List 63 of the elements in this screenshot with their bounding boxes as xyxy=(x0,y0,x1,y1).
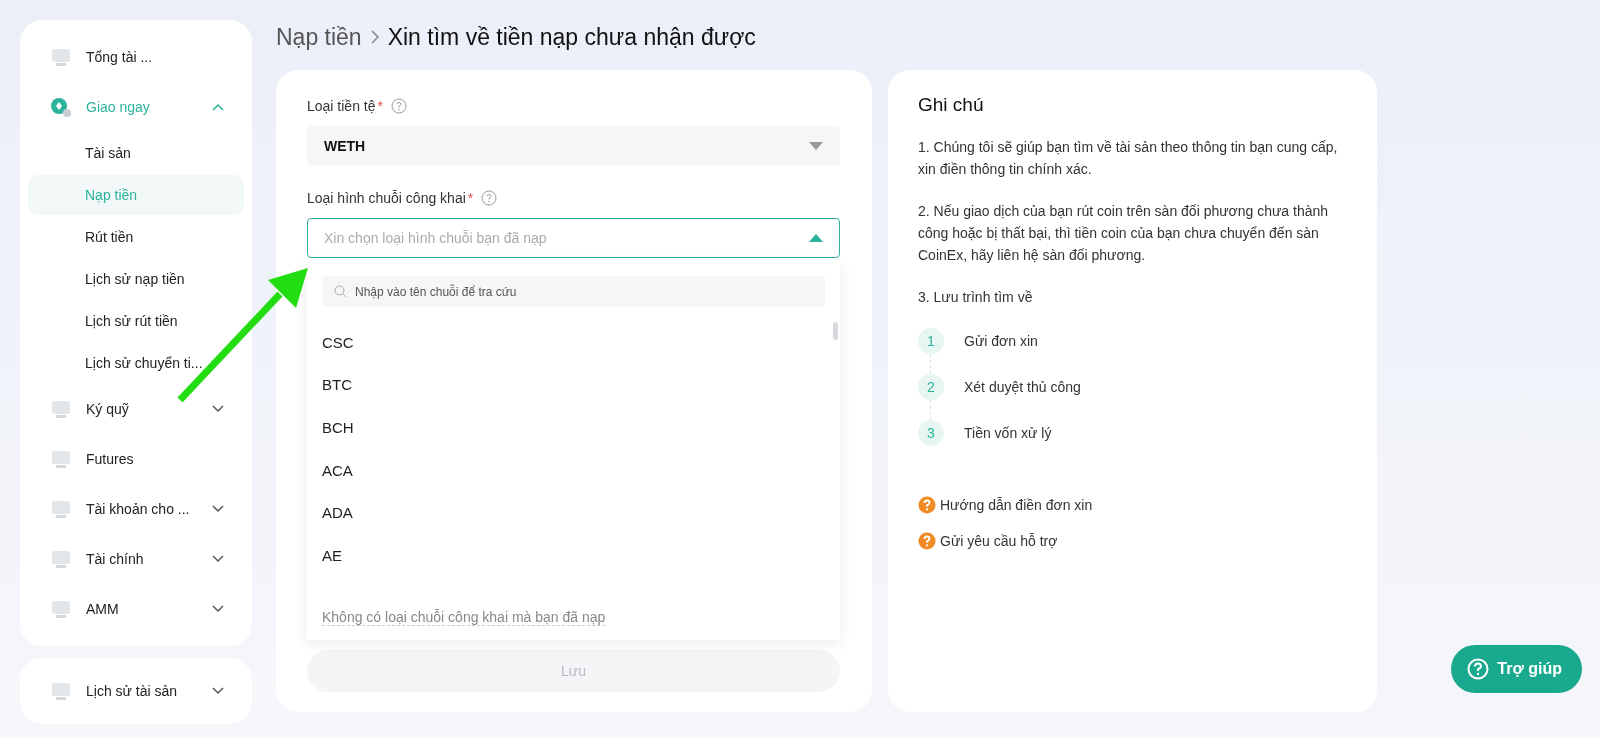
field-label: Loại hình chuỗi công khai xyxy=(307,190,466,206)
chevron-icon xyxy=(212,687,224,695)
question-icon xyxy=(918,532,936,550)
help-link[interactable]: Gửi yêu cầu hỗ trợ xyxy=(918,532,1347,550)
missing-chain-link[interactable]: Không có loại chuỗi công khai mà bạn đã nạp xyxy=(322,609,606,626)
field-label: Loại tiền tệ xyxy=(307,98,376,114)
dropdown-option[interactable]: AE xyxy=(322,533,825,577)
question-icon xyxy=(918,496,936,514)
currency-select[interactable]: WETH xyxy=(307,126,840,166)
chevron-icon xyxy=(369,30,380,44)
sidebar-item[interactable]: Ký quỹ xyxy=(28,384,244,434)
required-mark: * xyxy=(467,190,474,206)
step-number: 3 xyxy=(918,420,944,446)
step-label: Gửi đơn xin xyxy=(964,333,1038,349)
sidebar-subitem[interactable]: Tài sản xyxy=(28,133,244,173)
chevron-icon xyxy=(212,605,224,613)
required-mark: * xyxy=(377,98,383,114)
step-label: Xét duyệt thủ công xyxy=(964,379,1081,395)
breadcrumb-item[interactable]: Nạp tiền xyxy=(276,23,362,51)
note-paragraph: 1. Chúng tôi sẽ giúp bạn tìm về tài sản theo thông tin bạn cung cấp, xin điền thông tin chính xác. xyxy=(918,138,1339,179)
chevron-icon xyxy=(212,555,224,563)
step-number: 2 xyxy=(918,374,944,400)
note-paragraph: 2. Nếu giao dịch của bạn rút coin trên sàn đối phương chưa thành công hoặc bị thất bại, thì tiền coin của bạn chưa chuyển đến sàn CoinEx, hãy liên hệ sàn đối phương. xyxy=(918,202,1330,265)
sidebar-icon xyxy=(50,548,72,570)
step-number: 1 xyxy=(918,328,944,354)
dropdown-option[interactable]: BCH xyxy=(322,406,825,449)
sidebar-item[interactable]: Tài khoản cho ... xyxy=(28,484,244,534)
search-field[interactable]: Nhập vào tên chuỗi để tra cứu xyxy=(322,276,825,307)
sidebar-icon xyxy=(50,46,72,68)
search-icon xyxy=(334,285,347,298)
sidebar-item[interactable]: AMM xyxy=(28,584,244,634)
sidebar-item[interactable]: Futures xyxy=(28,434,244,484)
help-icon[interactable] xyxy=(481,190,498,206)
sidebar-icon xyxy=(50,680,72,702)
help-link[interactable]: Hướng dẫn điền đơn xin xyxy=(918,496,1347,514)
sidebar-icon xyxy=(50,498,72,520)
dropdown-option[interactable]: BTC xyxy=(322,363,825,407)
dropdown-icon xyxy=(809,234,823,242)
chevron-icon xyxy=(212,103,224,111)
sidebar-icon xyxy=(50,448,72,470)
notes-title: Ghi chú xyxy=(918,94,985,116)
breadcrumb-item: Xin tìm về tiền nạp chưa nhận được xyxy=(387,23,756,51)
sidebar-subitem[interactable]: Lịch sử rút tiền xyxy=(28,301,244,341)
sidebar-item[interactable]: Tài chính xyxy=(28,534,244,584)
chevron-icon xyxy=(212,405,224,413)
sidebar-icon xyxy=(50,598,72,620)
sidebar-icon xyxy=(50,398,72,420)
sidebar-subitem[interactable]: Rút tiền xyxy=(28,217,244,257)
dropdown-icon xyxy=(809,142,823,150)
step-label: Tiền vốn xử lý xyxy=(964,425,1052,441)
coin-icon xyxy=(50,96,72,118)
help-icon[interactable] xyxy=(390,98,407,114)
sidebar-subitem[interactable]: Lịch sử nạp tiền xyxy=(28,259,244,299)
dropdown-option[interactable]: ACA xyxy=(322,448,825,492)
dropdown-option[interactable]: ADA xyxy=(322,491,825,534)
dropdown-option[interactable]: CSC xyxy=(322,321,825,364)
sidebar-subitem[interactable]: Lịch sử chuyển ti... xyxy=(28,343,244,383)
note-paragraph: 3. Lưu trình tìm về xyxy=(918,288,1034,307)
question-icon xyxy=(1467,658,1490,680)
sidebar-item[interactable]: Tổng tài ... xyxy=(28,32,244,82)
scrollbar[interactable] xyxy=(833,322,838,340)
chevron-icon xyxy=(212,505,224,513)
sidebar-item[interactable]: Lịch sử tài sản xyxy=(28,666,244,716)
